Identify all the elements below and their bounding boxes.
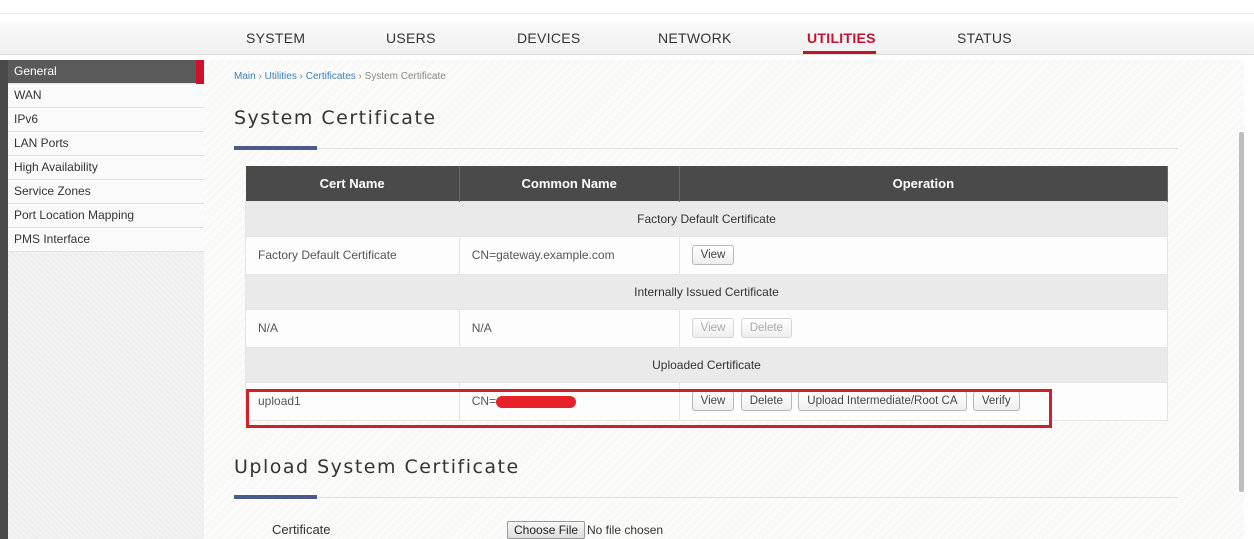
verify-button[interactable]: Verify (972, 391, 1020, 411)
nav-item-status[interactable]: STATUS (957, 30, 1012, 46)
view-button[interactable]: View (691, 245, 735, 265)
sidebar-item-service-zones[interactable]: Service Zones (8, 180, 204, 204)
group-label: Internally Issued Certificate (245, 273, 1168, 310)
sidebar-item-general[interactable]: General (8, 60, 204, 84)
group-label: Uploaded Certificate (245, 346, 1168, 383)
delete-button[interactable]: Delete (740, 391, 792, 411)
certificate-field-label: Certificate (272, 522, 331, 537)
view-button[interactable]: View (691, 391, 735, 411)
breadcrumb-certificates[interactable]: Certificates (306, 71, 356, 82)
table-row: upload1 CN= View Delete Upload Intermedi… (245, 381, 1169, 421)
nav-item-system[interactable]: SYSTEM (246, 30, 305, 46)
nav-item-network[interactable]: NETWORK (658, 30, 732, 46)
sidebar-item-lan-ports[interactable]: LAN Ports (8, 132, 204, 156)
operation-cell: View (678, 235, 1169, 275)
nav-item-utilities[interactable]: UTILITIES (807, 30, 876, 46)
section-accent-bar (234, 146, 317, 150)
choose-file-button[interactable]: Choose File (507, 521, 586, 539)
breadcrumb-separator: › (358, 71, 362, 82)
sidebar-edge (0, 60, 8, 539)
sidebar-item-wan[interactable]: WAN (8, 84, 204, 108)
redaction-mark (496, 395, 577, 408)
common-name-cell: CN= (458, 381, 680, 421)
section-accent-bar (234, 495, 317, 499)
column-header-common-name: Common Name (459, 166, 680, 201)
sidebar-item-ipv6[interactable]: IPv6 (8, 108, 204, 132)
group-row-factory-default: Factory Default Certificate (245, 200, 1168, 237)
nav-item-users[interactable]: USERS (386, 30, 436, 46)
scrollbar[interactable] (1239, 132, 1244, 492)
breadcrumb-main[interactable]: Main (234, 71, 256, 82)
nav-item-devices[interactable]: DEVICES (517, 30, 581, 46)
column-header-operation: Operation (679, 166, 1169, 201)
group-row-uploaded: Uploaded Certificate (245, 346, 1168, 383)
operation-cell: View Delete Upload Intermediate/Root CA … (678, 381, 1169, 421)
sidebar-item-pms-interface[interactable]: PMS Interface (8, 228, 204, 252)
nav-bar (0, 22, 1254, 55)
group-row-internally-issued: Internally Issued Certificate (245, 273, 1168, 310)
breadcrumb-separator: › (299, 71, 303, 82)
top-navigation: SYSTEM USERS DEVICES NETWORK UTILITIES S… (0, 0, 1254, 55)
upload-intermediate-root-ca-button[interactable]: Upload Intermediate/Root CA (798, 391, 967, 411)
section-divider (234, 497, 1178, 498)
breadcrumb-separator: › (258, 71, 262, 82)
breadcrumb-utilities[interactable]: Utilities (265, 71, 297, 82)
table-row: Factory Default Certificate CN=gateway.e… (245, 235, 1169, 275)
table-row: N/A N/A View Delete (245, 308, 1169, 348)
group-label: Factory Default Certificate (245, 200, 1168, 237)
operation-cell: View Delete (678, 308, 1169, 348)
section-divider (234, 148, 1178, 149)
column-header-cert-name: Cert Name (245, 166, 460, 201)
view-button: View (691, 318, 735, 338)
cert-name-cell: Factory Default Certificate (245, 235, 460, 275)
sidebar-item-high-availability[interactable]: High Availability (8, 156, 204, 180)
page-title: System Certificate (234, 107, 437, 129)
breadcrumb-current: System Certificate (364, 71, 446, 82)
certificates-table: Cert Name Common Name Operation Factory … (245, 166, 1169, 421)
sidebar: General WAN IPv6 LAN Ports High Availabi… (8, 60, 204, 539)
delete-button: Delete (740, 318, 792, 338)
cert-name-cell: upload1 (245, 381, 460, 421)
top-divider (0, 13, 1254, 14)
upload-section-title: Upload System Certificate (234, 456, 520, 478)
common-name-cell: CN=gateway.example.com (458, 235, 680, 275)
cert-name-cell: N/A (245, 308, 460, 348)
breadcrumb: Main › Utilities › Certificates › System… (234, 71, 446, 82)
common-name-cell: N/A (458, 308, 680, 348)
table-header-row: Cert Name Common Name Operation (245, 166, 1169, 201)
active-tab-underline (803, 51, 876, 54)
file-chosen-status: No file chosen (587, 523, 664, 537)
common-name-prefix: CN= (471, 394, 497, 408)
sidebar-item-port-location-mapping[interactable]: Port Location Mapping (8, 204, 204, 228)
